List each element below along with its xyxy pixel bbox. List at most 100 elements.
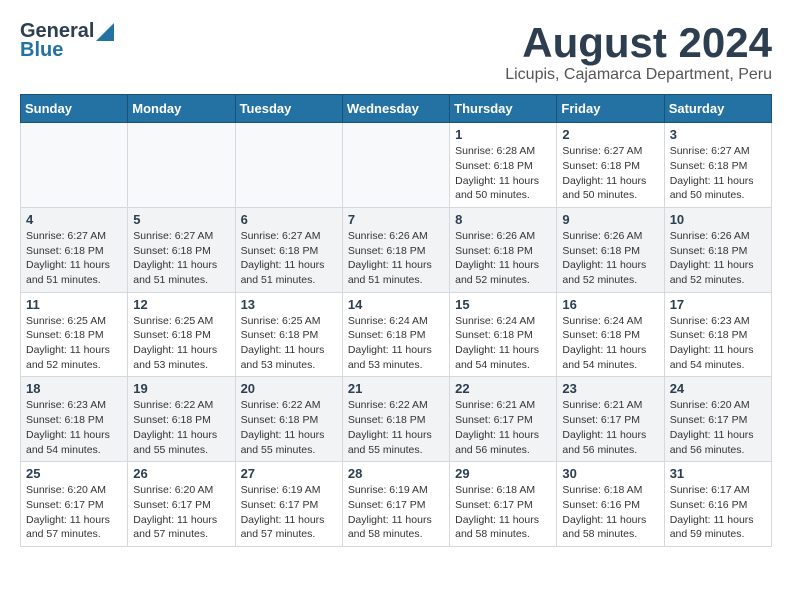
day-info: Sunrise: 6:24 AM Sunset: 6:18 PM Dayligh… xyxy=(562,314,658,373)
calendar-cell: 9 Sunrise: 6:26 AM Sunset: 6:18 PM Daylig… xyxy=(557,207,664,292)
day-number: 4 xyxy=(26,212,122,227)
calendar-cell: 30 Sunrise: 6:18 AM Sunset: 6:16 PM Dayli… xyxy=(557,462,664,547)
day-number: 3 xyxy=(670,127,766,142)
calendar-cell xyxy=(128,123,235,208)
calendar-cell: 17Sunrise: 6:23 AM Sunset: 6:18 PM Dayli… xyxy=(664,292,771,377)
calendar-cell: 31 Sunrise: 6:17 AM Sunset: 6:16 PM Dayli… xyxy=(664,462,771,547)
day-info: Sunrise: 6:20 AM Sunset: 6:17 PM Dayligh… xyxy=(133,483,229,542)
calendar-cell: 6Sunrise: 6:27 AM Sunset: 6:18 PM Daylig… xyxy=(235,207,342,292)
day-number: 21 xyxy=(348,381,444,396)
calendar-cell: 4 Sunrise: 6:27 AM Sunset: 6:18 PM Daylig… xyxy=(21,207,128,292)
calendar-cell: 26 Sunrise: 6:20 AM Sunset: 6:17 PM Dayli… xyxy=(128,462,235,547)
calendar-cell: 12Sunrise: 6:25 AM Sunset: 6:18 PM Dayli… xyxy=(128,292,235,377)
day-info: Sunrise: 6:27 AM Sunset: 6:18 PM Dayligh… xyxy=(133,229,229,288)
day-number: 20 xyxy=(241,381,337,396)
weekday-header: Monday xyxy=(128,95,235,123)
day-info: Sunrise: 6:25 AM Sunset: 6:18 PM Dayligh… xyxy=(133,314,229,373)
location-title: Licupis, Cajamarca Department, Peru xyxy=(505,66,772,84)
calendar-week-row: 4 Sunrise: 6:27 AM Sunset: 6:18 PM Daylig… xyxy=(21,207,772,292)
calendar-cell: 13Sunrise: 6:25 AM Sunset: 6:18 PM Dayli… xyxy=(235,292,342,377)
calendar-cell: 23 Sunrise: 6:21 AM Sunset: 6:17 PM Dayli… xyxy=(557,377,664,462)
calendar-cell xyxy=(235,123,342,208)
calendar-cell: 25 Sunrise: 6:20 AM Sunset: 6:17 PM Dayli… xyxy=(21,462,128,547)
day-info: Sunrise: 6:21 AM Sunset: 6:17 PM Dayligh… xyxy=(562,398,658,457)
day-info: Sunrise: 6:23 AM Sunset: 6:18 PM Dayligh… xyxy=(670,314,766,373)
calendar-week-row: 11 Sunrise: 6:25 AM Sunset: 6:18 PM Dayli… xyxy=(21,292,772,377)
day-info: Sunrise: 6:18 AM Sunset: 6:16 PM Dayligh… xyxy=(562,483,658,542)
day-number: 30 xyxy=(562,466,658,481)
day-info: Sunrise: 6:25 AM Sunset: 6:18 PM Dayligh… xyxy=(26,314,122,373)
day-number: 28 xyxy=(348,466,444,481)
day-info: Sunrise: 6:19 AM Sunset: 6:17 PM Dayligh… xyxy=(241,483,337,542)
day-number: 11 xyxy=(26,297,122,312)
day-number: 27 xyxy=(241,466,337,481)
day-number: 9 xyxy=(562,212,658,227)
day-number: 2 xyxy=(562,127,658,142)
day-info: Sunrise: 6:21 AM Sunset: 6:17 PM Dayligh… xyxy=(455,398,551,457)
day-info: Sunrise: 6:20 AM Sunset: 6:17 PM Dayligh… xyxy=(26,483,122,542)
day-info: Sunrise: 6:26 AM Sunset: 6:18 PM Dayligh… xyxy=(670,229,766,288)
weekday-header: Tuesday xyxy=(235,95,342,123)
day-number: 5 xyxy=(133,212,229,227)
day-number: 7 xyxy=(348,212,444,227)
day-number: 23 xyxy=(562,381,658,396)
day-info: Sunrise: 6:27 AM Sunset: 6:18 PM Dayligh… xyxy=(241,229,337,288)
calendar-cell: 8Sunrise: 6:26 AM Sunset: 6:18 PM Daylig… xyxy=(450,207,557,292)
calendar-cell: 24Sunrise: 6:20 AM Sunset: 6:17 PM Dayli… xyxy=(664,377,771,462)
day-number: 10 xyxy=(670,212,766,227)
calendar-cell: 10 Sunrise: 6:26 AM Sunset: 6:18 PM Dayli… xyxy=(664,207,771,292)
weekday-header: Saturday xyxy=(664,95,771,123)
day-number: 16 xyxy=(562,297,658,312)
weekday-header: Friday xyxy=(557,95,664,123)
calendar-table: SundayMondayTuesdayWednesdayThursdayFrid… xyxy=(20,94,772,547)
calendar-cell xyxy=(21,123,128,208)
calendar-week-row: 1 Sunrise: 6:28 AM Sunset: 6:18 PM Daylig… xyxy=(21,123,772,208)
day-info: Sunrise: 6:17 AM Sunset: 6:16 PM Dayligh… xyxy=(670,483,766,542)
calendar-cell: 3 Sunrise: 6:27 AM Sunset: 6:18 PM Daylig… xyxy=(664,123,771,208)
calendar-cell: 19 Sunrise: 6:22 AM Sunset: 6:18 PM Dayli… xyxy=(128,377,235,462)
day-number: 22 xyxy=(455,381,551,396)
weekday-header-row: SundayMondayTuesdayWednesdayThursdayFrid… xyxy=(21,95,772,123)
calendar-cell: 27 Sunrise: 6:19 AM Sunset: 6:17 PM Dayli… xyxy=(235,462,342,547)
calendar-cell: 20Sunrise: 6:22 AM Sunset: 6:18 PM Dayli… xyxy=(235,377,342,462)
logo-triangle-icon xyxy=(96,23,114,41)
calendar-cell: 1 Sunrise: 6:28 AM Sunset: 6:18 PM Daylig… xyxy=(450,123,557,208)
calendar-week-row: 25 Sunrise: 6:20 AM Sunset: 6:17 PM Dayli… xyxy=(21,462,772,547)
day-info: Sunrise: 6:27 AM Sunset: 6:18 PM Dayligh… xyxy=(670,144,766,203)
day-number: 1 xyxy=(455,127,551,142)
day-info: Sunrise: 6:27 AM Sunset: 6:18 PM Dayligh… xyxy=(26,229,122,288)
logo: General Blue xyxy=(20,20,114,62)
weekday-header: Wednesday xyxy=(342,95,449,123)
day-number: 25 xyxy=(26,466,122,481)
calendar-cell: 2 Sunrise: 6:27 AM Sunset: 6:18 PM Daylig… xyxy=(557,123,664,208)
day-info: Sunrise: 6:22 AM Sunset: 6:18 PM Dayligh… xyxy=(133,398,229,457)
day-info: Sunrise: 6:20 AM Sunset: 6:17 PM Dayligh… xyxy=(670,398,766,457)
day-number: 8 xyxy=(455,212,551,227)
page-header: General Blue August 2024 Licupis, Cajama… xyxy=(20,20,772,84)
day-number: 19 xyxy=(133,381,229,396)
weekday-header: Thursday xyxy=(450,95,557,123)
day-info: Sunrise: 6:28 AM Sunset: 6:18 PM Dayligh… xyxy=(455,144,551,203)
day-number: 18 xyxy=(26,381,122,396)
calendar-cell: 21 Sunrise: 6:22 AM Sunset: 6:18 PM Dayli… xyxy=(342,377,449,462)
day-info: Sunrise: 6:22 AM Sunset: 6:18 PM Dayligh… xyxy=(348,398,444,457)
calendar-cell: 11 Sunrise: 6:25 AM Sunset: 6:18 PM Dayli… xyxy=(21,292,128,377)
day-info: Sunrise: 6:24 AM Sunset: 6:18 PM Dayligh… xyxy=(348,314,444,373)
calendar-cell: 18 Sunrise: 6:23 AM Sunset: 6:18 PM Dayli… xyxy=(21,377,128,462)
calendar-cell: 14 Sunrise: 6:24 AM Sunset: 6:18 PM Dayli… xyxy=(342,292,449,377)
calendar-cell: 15Sunrise: 6:24 AM Sunset: 6:18 PM Dayli… xyxy=(450,292,557,377)
day-number: 31 xyxy=(670,466,766,481)
day-info: Sunrise: 6:26 AM Sunset: 6:18 PM Dayligh… xyxy=(562,229,658,288)
day-number: 14 xyxy=(348,297,444,312)
calendar-cell: 16 Sunrise: 6:24 AM Sunset: 6:18 PM Dayli… xyxy=(557,292,664,377)
day-number: 26 xyxy=(133,466,229,481)
day-info: Sunrise: 6:23 AM Sunset: 6:18 PM Dayligh… xyxy=(26,398,122,457)
calendar-cell: 5 Sunrise: 6:27 AM Sunset: 6:18 PM Daylig… xyxy=(128,207,235,292)
calendar-week-row: 18 Sunrise: 6:23 AM Sunset: 6:18 PM Dayli… xyxy=(21,377,772,462)
calendar-cell: 7 Sunrise: 6:26 AM Sunset: 6:18 PM Daylig… xyxy=(342,207,449,292)
day-info: Sunrise: 6:26 AM Sunset: 6:18 PM Dayligh… xyxy=(348,229,444,288)
day-number: 15 xyxy=(455,297,551,312)
day-info: Sunrise: 6:27 AM Sunset: 6:18 PM Dayligh… xyxy=(562,144,658,203)
calendar-cell: 29Sunrise: 6:18 AM Sunset: 6:17 PM Dayli… xyxy=(450,462,557,547)
day-number: 13 xyxy=(241,297,337,312)
